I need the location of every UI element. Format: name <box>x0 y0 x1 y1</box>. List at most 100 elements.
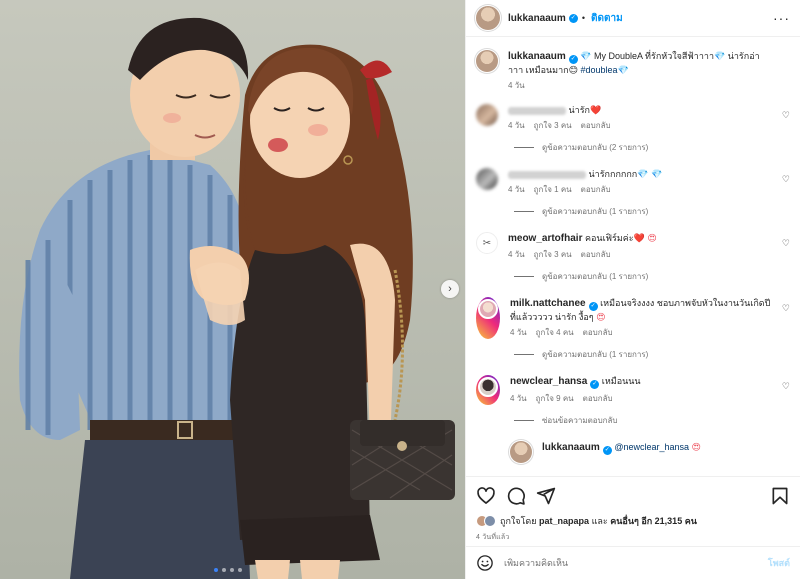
divider <box>514 420 534 421</box>
comment-emoji: ❤️ 😍 <box>633 233 657 243</box>
comment-avatar[interactable] <box>476 168 498 190</box>
post-caption: lukkanaaum ✓ 💎 My DoubleA ที่รักหัวใจสีฟ้… <box>476 50 790 92</box>
chevron-right-icon: › <box>448 283 452 295</box>
author-avatar[interactable] <box>476 50 498 72</box>
comment-meta: 4 วัน ถูกใจ 3 คน ตอบกลับ <box>508 120 772 132</box>
comment-like-icon[interactable]: ♡ <box>782 174 790 185</box>
comment-emoji: 💎 💎 <box>637 169 663 179</box>
separator-dot: • <box>581 13 585 23</box>
comment-body: milk.nattchanee ✓ เหมือนจริงงงง ชอบภาพจับ… <box>510 297 790 339</box>
comment-avatar <box>478 299 498 319</box>
comments-list[interactable]: lukkanaaum ✓ 💎 My DoubleA ที่รักหัวใจสีฟ้… <box>466 38 800 476</box>
post-comment-button[interactable]: โพสต์ <box>768 556 790 570</box>
comment-time[interactable]: 4 วัน <box>510 327 527 339</box>
reply-button[interactable]: ตอบกลับ <box>581 120 611 132</box>
comment-likes[interactable]: ถูกใจ 9 คน <box>536 393 574 405</box>
reply-mention-link[interactable]: @newclear_hansa <box>614 442 689 452</box>
comment-input[interactable] <box>504 558 758 568</box>
comment-likes[interactable]: ถูกใจ 4 คน <box>536 327 574 339</box>
story-ring[interactable] <box>476 297 500 339</box>
comment-time[interactable]: 4 วัน <box>508 184 525 196</box>
reply-avatar[interactable] <box>510 441 532 463</box>
emoji-smile-icon[interactable] <box>476 554 494 572</box>
comment-item: ✂ meow_artofhair คอนเฟิร์มค่ะ❤️ 😍 4 วัน … <box>476 232 790 261</box>
reply-body: lukkanaaum ✓ @newclear_hansa 😍 <box>542 441 790 463</box>
reply-button[interactable]: ตอบกลับ <box>581 249 611 261</box>
comment-meta: 4 วัน ถูกใจ 4 คน ตอบกลับ <box>510 327 772 339</box>
instagram-post-modal: › lukkanaaum ✓ • ติดตาม ··· lukkanaaum✓ <box>0 0 800 579</box>
reply-emoji: 😍 <box>691 442 701 452</box>
comment-likes[interactable]: ถูกใจ 1 คน <box>534 184 572 196</box>
hide-replies-label: ซ่อนข้อความตอบกลับ <box>542 416 618 425</box>
comment-like-icon[interactable]: ♡ <box>782 238 790 249</box>
add-comment-bar: โพสต์ <box>466 546 800 579</box>
blurred-username[interactable] <box>508 170 586 179</box>
carousel-next-button[interactable]: › <box>441 280 459 298</box>
hide-replies-button[interactable]: ซ่อนข้อความตอบกลับ <box>514 414 790 427</box>
heart-outline-icon[interactable] <box>476 486 496 506</box>
follow-button[interactable]: ติดตาม <box>591 11 623 26</box>
comment-avatar[interactable] <box>476 104 498 126</box>
comment-meta: 4 วัน ถูกใจ 3 คน ตอบกลับ <box>508 249 772 261</box>
reply-button[interactable]: ตอบกลับ <box>583 393 613 405</box>
post-image[interactable]: › <box>0 0 465 579</box>
divider <box>514 354 534 355</box>
post-side-panel: lukkanaaum ✓ • ติดตาม ··· lukkanaaum ✓ 💎 … <box>465 0 800 579</box>
comment-avatar[interactable]: ✂ <box>476 232 498 254</box>
view-replies-label: ดูข้อความตอบกลับ (1 รายการ) <box>542 350 649 359</box>
post-actions: ถูกใจโดย pat_napapa และ คนอื่นๆ อีก 21,3… <box>466 476 800 543</box>
likes-prefix: ถูกใจโดย <box>500 516 537 526</box>
comment-time[interactable]: 4 วัน <box>508 249 525 261</box>
story-ring[interactable] <box>476 375 500 405</box>
caption-time[interactable]: 4 วัน <box>508 80 525 92</box>
reply-button[interactable]: ตอบกลับ <box>581 184 611 196</box>
caption-meta: 4 วัน <box>508 80 772 92</box>
liker-avatar[interactable] <box>484 515 496 527</box>
verified-badge-icon: ✓ <box>588 302 598 311</box>
carousel-indicator <box>214 568 242 572</box>
blurred-username[interactable] <box>508 106 566 115</box>
likes-others[interactable]: คนอื่นๆ อีก 21,315 คน <box>610 516 697 526</box>
view-replies-button[interactable]: ดูข้อความตอบกลับ (1 รายการ) <box>514 270 790 283</box>
comment-body: น่ารัก❤️ 4 วัน ถูกใจ 3 คน ตอบกลับ <box>508 104 790 132</box>
reply-username[interactable]: lukkanaaum <box>542 442 600 453</box>
carousel-dot <box>230 568 234 572</box>
carousel-dot <box>238 568 242 572</box>
carousel-dot <box>222 568 226 572</box>
more-horizontal-icon[interactable]: ··· <box>773 10 790 26</box>
caption-username[interactable]: lukkanaaum <box>508 51 566 62</box>
comment-body: น่ารักกกกกก💎 💎 4 วัน ถูกใจ 1 คน ตอบกลับ <box>508 168 790 196</box>
comment-item: น่ารัก❤️ 4 วัน ถูกใจ 3 คน ตอบกลับ ♡ <box>476 104 790 132</box>
verified-badge-icon: ✓ <box>568 13 578 23</box>
comment-text: คอนเฟิร์มค่ะ <box>584 233 634 243</box>
comment-time[interactable]: 4 วัน <box>510 393 527 405</box>
comment-emoji: 😍 <box>596 312 606 322</box>
comment-icon[interactable] <box>506 486 526 506</box>
caption-suffix: 💎 <box>617 65 629 75</box>
likes-text: ถูกใจโดย pat_napapa และ คนอื่นๆ อีก 21,3… <box>500 514 697 528</box>
bookmark-icon[interactable] <box>770 486 790 506</box>
comment-like-icon[interactable]: ♡ <box>782 110 790 121</box>
post-timestamp[interactable]: 4 วันที่แล้ว <box>476 532 790 543</box>
comment-text: เหมือนนน <box>601 376 641 386</box>
comment-likes[interactable]: ถูกใจ 3 คน <box>534 120 572 132</box>
comment-username[interactable]: newclear_hansa <box>510 376 587 387</box>
caption-hashtag-link[interactable]: #doublea <box>581 65 618 75</box>
comment-body: meow_artofhair คอนเฟิร์มค่ะ❤️ 😍 4 วัน ถู… <box>508 232 790 261</box>
comment-likes[interactable]: ถูกใจ 3 คน <box>534 249 572 261</box>
likes-first-user[interactable]: pat_napapa <box>539 516 589 526</box>
comment-like-icon[interactable]: ♡ <box>782 303 790 314</box>
view-replies-button[interactable]: ดูข้อความตอบกลับ (1 รายการ) <box>514 348 790 361</box>
author-username[interactable]: lukkanaaum <box>508 13 566 24</box>
author-avatar[interactable] <box>476 6 500 30</box>
view-replies-button[interactable]: ดูข้อความตอบกลับ (1 รายการ) <box>514 205 790 218</box>
comment-like-icon[interactable]: ♡ <box>782 381 790 392</box>
comment-time[interactable]: 4 วัน <box>508 120 525 132</box>
comment-username[interactable]: meow_artofhair <box>508 233 582 244</box>
verified-badge-icon: ✓ <box>602 446 612 455</box>
view-replies-button[interactable]: ดูข้อความตอบกลับ (2 รายการ) <box>514 141 790 154</box>
comment-username[interactable]: milk.nattchanee <box>510 298 586 309</box>
send-icon[interactable] <box>536 486 556 506</box>
comment-emoji: ❤️ <box>590 105 602 115</box>
reply-button[interactable]: ตอบกลับ <box>583 327 613 339</box>
